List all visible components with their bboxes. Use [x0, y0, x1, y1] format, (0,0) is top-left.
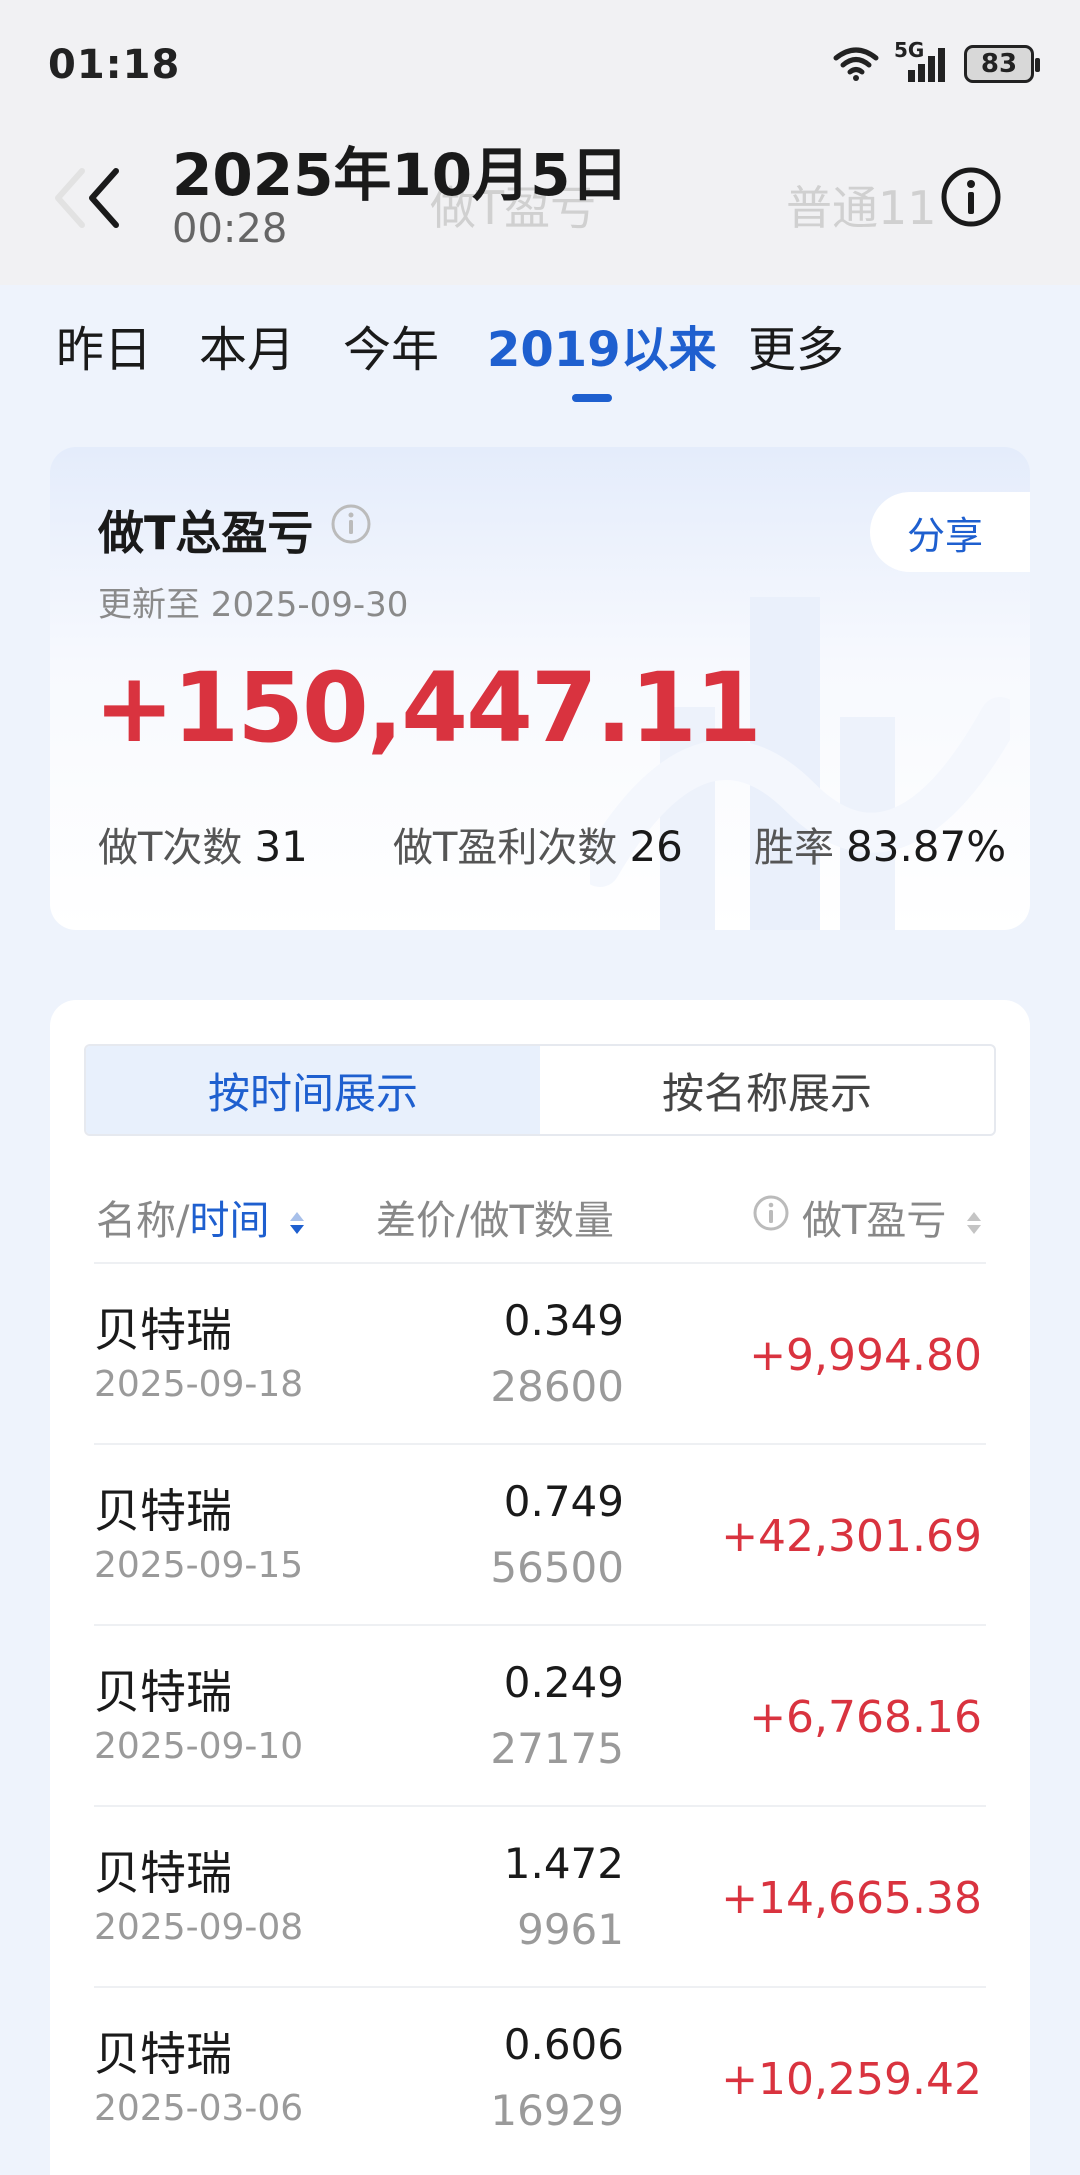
trade-pnl: +14,665.38 — [721, 1873, 982, 1924]
sort-icon — [967, 1212, 982, 1234]
stat-win-rate: 胜率 83.87% — [754, 815, 1006, 873]
price-diff: 0.249 — [503, 1658, 624, 1707]
info-button[interactable] — [940, 166, 1002, 228]
update-date: 更新至 2025-09-30 — [98, 585, 409, 625]
trade-rows: 贝特瑞 2025-09-18 0.349 28600 +9,994.80 贝特瑞… — [94, 1262, 986, 2167]
trade-quantity: 56500 — [490, 1543, 624, 1592]
table-row[interactable]: 贝特瑞 2025-03-06 0.606 16929 +10,259.42 — [94, 1986, 986, 2167]
active-tab-indicator — [572, 394, 612, 402]
stat-value: 83.87% — [846, 822, 1007, 871]
wifi-icon — [833, 47, 879, 81]
trade-quantity: 28600 — [490, 1362, 624, 1411]
info-icon[interactable] — [330, 503, 372, 545]
stat-trade-count: 做T次数 31 — [98, 815, 308, 873]
column-header-name-time[interactable]: 名称/时间 — [96, 1188, 306, 1246]
column-header-diff-qty: 差价/做T数量 — [376, 1198, 614, 1244]
signal-bars-icon — [908, 48, 945, 82]
price-diff: 0.749 — [503, 1477, 624, 1526]
cellular-signal: 5G — [894, 38, 950, 84]
stat-label: 做T盈利次数 — [393, 825, 618, 871]
column-name-label: 名称/ — [96, 1198, 190, 1244]
tab-yesterday[interactable]: 昨日 — [56, 310, 152, 380]
trade-pnl: +10,259.42 — [721, 2054, 982, 2105]
battery-indicator: 83 — [964, 45, 1040, 83]
account-label-faded: 普通11 — [786, 181, 937, 235]
date-title: 2025年10月5日 — [172, 141, 629, 209]
info-icon[interactable] — [752, 1194, 790, 1232]
back-arrow-icon — [55, 168, 119, 228]
trade-date: 2025-09-18 — [94, 1364, 304, 1405]
display-mode-toggle: 按时间展示 按名称展示 — [84, 1044, 996, 1136]
stat-label: 做T次数 — [98, 825, 243, 871]
column-time-label: 时间 — [189, 1198, 270, 1244]
price-diff: 0.349 — [503, 1296, 624, 1345]
stat-value: 31 — [254, 822, 308, 871]
trade-list-card: 按时间展示 按名称展示 名称/时间 差价/做T数量 做T盈亏 贝特瑞 2025-… — [50, 1000, 1030, 2175]
tab-more[interactable]: 更多 — [748, 310, 844, 380]
trade-pnl: +42,301.69 — [721, 1511, 982, 1562]
battery-level: 83 — [980, 49, 1018, 79]
summary-title: 做T总盈亏 — [98, 506, 314, 560]
info-icon — [941, 167, 1001, 227]
column-pnl-label: 做T盈亏 — [802, 1198, 947, 1244]
trade-date: 2025-09-10 — [94, 1726, 304, 1767]
segment-by-name[interactable]: 按名称展示 — [540, 1046, 994, 1134]
stock-name: 贝特瑞 — [94, 2027, 232, 2081]
share-button[interactable]: 分享 — [870, 492, 1030, 572]
stock-name: 贝特瑞 — [94, 1846, 232, 1900]
period-tabs: 昨日 本月 今年 2019以来 更多 — [0, 310, 1080, 410]
table-row[interactable]: 贝特瑞 2025-09-18 0.349 28600 +9,994.80 — [94, 1262, 986, 1443]
trade-date: 2025-09-15 — [94, 1545, 304, 1586]
sort-icon — [290, 1212, 305, 1234]
stock-name: 贝特瑞 — [94, 1665, 232, 1719]
back-button[interactable] — [52, 158, 132, 238]
column-header-pnl[interactable]: 做T盈亏 — [802, 1188, 983, 1246]
table-row[interactable]: 贝特瑞 2025-09-08 1.472 9961 +14,665.38 — [94, 1805, 986, 1986]
tab-this-month[interactable]: 本月 — [199, 310, 295, 380]
table-row[interactable]: 贝特瑞 2025-09-15 0.749 56500 +42,301.69 — [94, 1443, 986, 1624]
status-icons: 5G 83 — [832, 38, 1040, 84]
trade-quantity: 27175 — [490, 1724, 624, 1773]
tab-this-year[interactable]: 今年 — [343, 310, 439, 380]
trade-quantity: 16929 — [490, 2086, 624, 2135]
status-bar: 01:18 5G 83 — [0, 0, 1080, 130]
trade-date: 2025-09-08 — [94, 1907, 304, 1948]
trade-pnl: +6,768.16 — [749, 1692, 982, 1743]
segment-by-time[interactable]: 按时间展示 — [86, 1046, 540, 1134]
trade-quantity: 9961 — [517, 1905, 624, 1954]
stock-name: 贝特瑞 — [94, 1484, 232, 1538]
summary-card: 做T总盈亏 更新至 2025-09-30 分享 +150,447.11 做T次数… — [50, 447, 1030, 930]
stat-win-count: 做T盈利次数 26 — [393, 815, 683, 873]
time-subtitle: 00:28 — [172, 206, 288, 252]
price-diff: 1.472 — [503, 1839, 624, 1888]
total-profit-amount: +150,447.11 — [94, 652, 762, 764]
price-diff: 0.606 — [503, 2020, 624, 2069]
status-time: 01:18 — [48, 42, 181, 88]
table-row[interactable]: 贝特瑞 2025-09-10 0.249 27175 +6,768.16 — [94, 1624, 986, 1805]
stock-name: 贝特瑞 — [94, 1303, 232, 1357]
tab-since-2019[interactable]: 2019以来 — [487, 310, 717, 380]
trade-date: 2025-03-06 — [94, 2088, 304, 2129]
stat-value: 26 — [629, 822, 683, 871]
stat-label: 胜率 — [754, 825, 834, 871]
trade-pnl: +9,994.80 — [749, 1330, 982, 1381]
